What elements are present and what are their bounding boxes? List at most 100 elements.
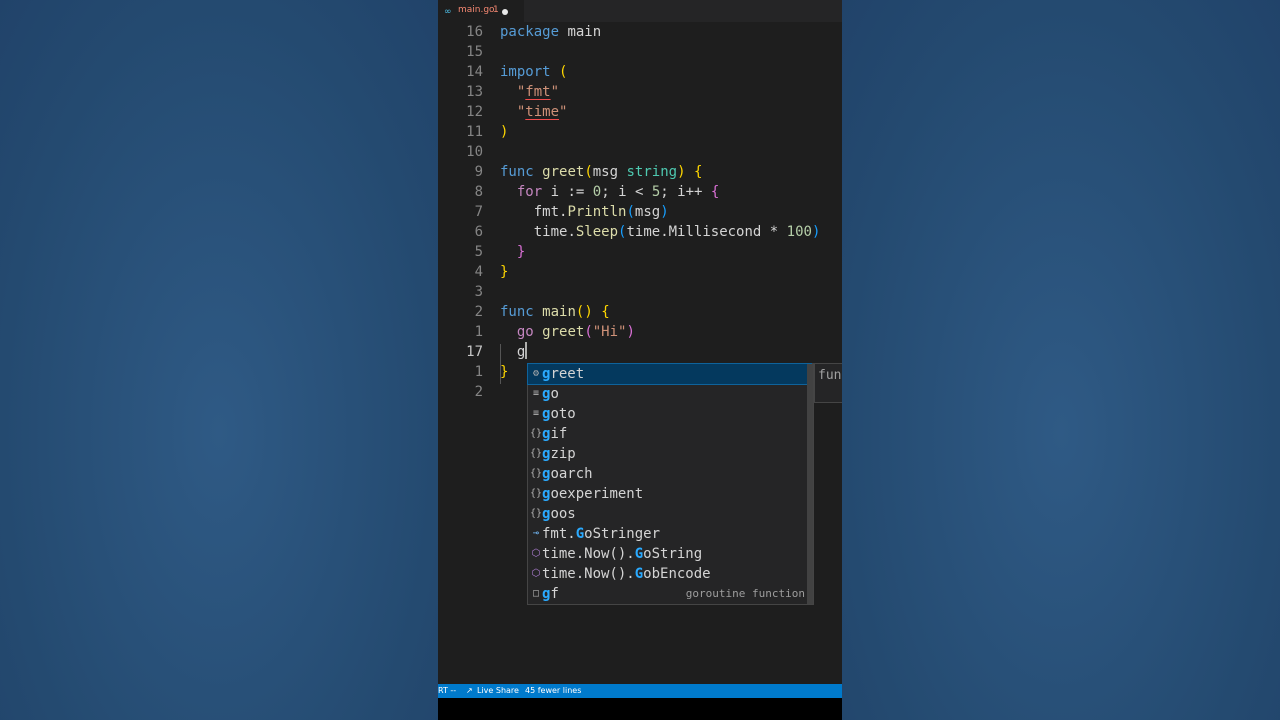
suggestion-item[interactable]: ⬡ time.Now().GobEncode xyxy=(528,564,811,584)
suggestion-label: fmt.GoStringer xyxy=(542,524,660,544)
suggestion-label: goexperiment xyxy=(542,484,643,504)
code-line[interactable]: 1 go greet("Hi") xyxy=(438,322,842,342)
code-text: } xyxy=(500,364,509,380)
suggestion-prefix: time.Now(). xyxy=(542,566,635,582)
code-line[interactable]: 11) xyxy=(438,122,842,142)
suggestion-item[interactable]: {} gif xyxy=(528,424,811,444)
live-share-icon[interactable]: ↗ xyxy=(466,686,473,695)
code-text: import ( xyxy=(500,64,568,80)
suggestion-item[interactable]: □ gf goroutine function xyxy=(528,584,811,604)
method-icon: ⚙ xyxy=(532,368,540,379)
line-number: 10 xyxy=(466,144,483,160)
code-line[interactable]: 4} xyxy=(438,262,842,282)
module-icon: {} xyxy=(530,488,543,499)
suggestion-rest: if xyxy=(550,426,568,442)
suggestion-item[interactable]: ⚙ greet xyxy=(527,363,812,385)
status-info[interactable]: 45 fewer lines xyxy=(525,686,581,695)
suggestion-rest: o xyxy=(550,386,559,402)
keyword-icon: ≡ xyxy=(532,388,540,399)
text-cursor xyxy=(525,342,528,359)
suggestion-item[interactable]: ⊸ fmt.GoStringer xyxy=(528,524,811,544)
line-number: 17 xyxy=(466,344,483,360)
code-line[interactable]: 8 for i := 0; i < 5; i++ { xyxy=(438,182,842,202)
suggestion-label: time.Now().GoString xyxy=(542,544,702,564)
suggestion-rest: oos xyxy=(550,506,576,522)
code-line[interactable]: 15 xyxy=(438,42,842,62)
method-icon: ⬡ xyxy=(531,548,541,559)
method-icon: ⬡ xyxy=(531,568,541,579)
line-number: 13 xyxy=(466,84,483,100)
suggestion-prefix: fmt. xyxy=(542,526,576,542)
code-text: } xyxy=(516,244,526,260)
suggestion-prefix: time.Now(). xyxy=(542,546,635,562)
suggestion-details: fun xyxy=(814,363,842,403)
line-number: 12 xyxy=(466,104,483,120)
line-number: 4 xyxy=(474,264,483,280)
suggestion-item[interactable]: {} goexperiment xyxy=(528,484,811,504)
suggestion-match: G xyxy=(634,546,644,562)
suggestion-item[interactable]: {} gzip xyxy=(528,444,811,464)
details-text: fun xyxy=(818,368,842,383)
line-number: 1 xyxy=(474,364,483,380)
suggestion-label: gf xyxy=(542,584,559,604)
suggestion-match: G xyxy=(575,526,585,542)
line-number: 15 xyxy=(466,44,483,60)
code-line[interactable]: 6 time.Sleep(time.Millisecond * 100) xyxy=(438,222,842,242)
suggestion-item[interactable]: ≡ go xyxy=(528,384,811,404)
code-line[interactable]: 14 import ( xyxy=(438,62,842,82)
suggestion-item[interactable]: {} goarch xyxy=(528,464,811,484)
live-share-button[interactable]: Live Share xyxy=(477,686,519,695)
code-line[interactable]: 16 package main xyxy=(438,22,842,42)
unsaved-dot-icon[interactable] xyxy=(502,9,508,15)
module-icon: {} xyxy=(530,448,543,459)
suggestion-label: goto xyxy=(542,404,576,424)
suggestion-scrollbar[interactable] xyxy=(807,364,813,604)
suggestion-rest: oString xyxy=(643,546,703,562)
code-line[interactable]: 5 } xyxy=(438,242,842,262)
suggestion-rest: oarch xyxy=(550,466,593,482)
code-text: "time" xyxy=(516,104,568,120)
interface-icon: ⊸ xyxy=(532,528,540,539)
code-line[interactable]: 10 xyxy=(438,142,842,162)
suggestion-rest: oexperiment xyxy=(550,486,644,502)
line-number: 8 xyxy=(474,184,483,200)
suggestion-rest: oStringer xyxy=(584,526,661,542)
suggestion-label: time.Now().GobEncode xyxy=(542,564,711,584)
suggestion-label: goos xyxy=(542,504,576,524)
tab-filename: main.go xyxy=(458,5,495,15)
line-number: 2 xyxy=(474,304,483,320)
status-left[interactable]: RT -- xyxy=(438,686,456,695)
bottom-bar xyxy=(438,698,842,720)
line-number: 9 xyxy=(474,164,483,180)
code-text: g xyxy=(516,342,528,360)
code-text: package main xyxy=(500,24,602,40)
snippet-icon: □ xyxy=(532,588,540,599)
line-number: 6 xyxy=(474,224,483,240)
line-number: 14 xyxy=(466,64,483,80)
code-line[interactable]: 3 xyxy=(438,282,842,302)
suggestion-label: greet xyxy=(542,364,584,384)
line-number: 16 xyxy=(466,24,483,40)
code-line[interactable]: 7 fmt.Println(msg) xyxy=(438,202,842,222)
code-text: for i := 0; i < 5; i++ { xyxy=(516,184,720,200)
suggestion-detail: goroutine function xyxy=(685,587,805,600)
code-line[interactable]: 17 g xyxy=(438,342,842,362)
tab-bar: ∞ main.go 1 xyxy=(438,0,842,24)
background-left xyxy=(0,0,438,720)
suggestion-item[interactable]: {} goos xyxy=(528,504,811,524)
tab-main-go[interactable]: ∞ main.go 1 xyxy=(438,0,524,24)
code-line[interactable]: 13 "fmt" xyxy=(438,82,842,102)
suggestion-widget[interactable]: ⚙ greet ≡ go ≡ goto{} gif{} gzip{} goarch{} goexp… xyxy=(527,363,814,605)
code-line[interactable]: 12 "time" xyxy=(438,102,842,122)
code-line[interactable]: 2 func main() { xyxy=(438,302,842,322)
line-number: 7 xyxy=(474,204,483,220)
status-bar: RT -- ↗ Live Share 45 fewer lines xyxy=(438,684,842,698)
code-text: "fmt" xyxy=(516,84,560,100)
suggestion-item[interactable]: ≡ goto xyxy=(528,404,811,424)
line-number: 11 xyxy=(466,124,483,140)
suggestion-item[interactable]: ⬡ time.Now().GoString xyxy=(528,544,811,564)
code-text: ) xyxy=(500,124,509,140)
code-line[interactable]: 9 func greet(msg string) { xyxy=(438,162,842,182)
module-icon: {} xyxy=(530,508,543,519)
keyword-icon: ≡ xyxy=(532,408,540,419)
